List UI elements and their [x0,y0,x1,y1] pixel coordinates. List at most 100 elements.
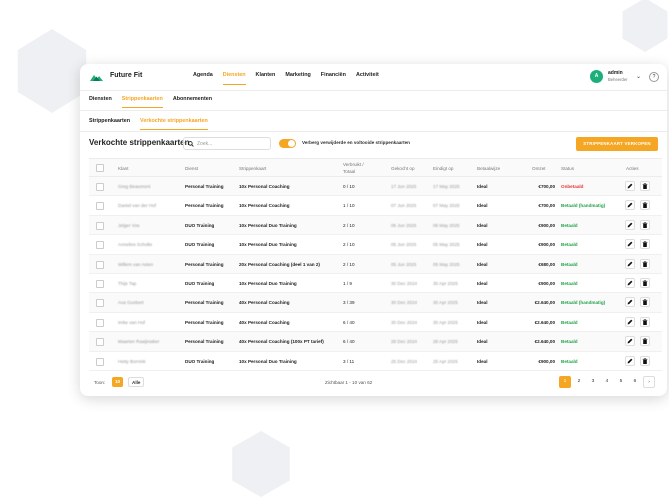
nav-item-marketing[interactable]: Marketing [285,72,310,85]
col-eindigt[interactable]: Eindigt op [433,166,453,171]
subtab2-strippenkaarten[interactable]: Strippenkaarten [89,118,130,130]
table-header: Klant Dienst Strippenkaart Verbruikt / T… [89,158,662,177]
end-date: 30 Apr 2025 [433,281,458,286]
edit-button[interactable] [625,181,635,191]
pencil-icon [627,338,633,344]
col-betaalwijze[interactable]: Betaalwijze [477,166,500,171]
edit-button[interactable] [625,200,635,211]
edit-button[interactable] [625,278,635,288]
col-totaal[interactable]: Totaal [343,169,355,174]
col-status[interactable]: Status [561,166,574,171]
user-name[interactable]: admin [608,70,623,76]
select-all-checkbox[interactable] [96,164,104,172]
strip-card-name: 40x Personal Coaching [239,300,290,306]
row-checkbox[interactable] [96,280,104,288]
purchase-date: 25 Dec 2024 [391,358,418,364]
subtab-diensten[interactable]: Diensten [89,96,112,108]
table-row[interactable]: Ava Gunbert Personal Training 40x Personal… [89,293,662,313]
search-input[interactable] [197,140,267,147]
row-checkbox[interactable] [96,183,104,191]
edit-button[interactable] [625,316,635,327]
page-button[interactable]: 2 [573,376,585,388]
help-button[interactable]: ? [649,72,659,82]
row-checkbox[interactable] [96,202,104,211]
col-dienst[interactable]: Dienst [185,166,198,171]
payment-method: Ideal [477,281,488,286]
chevron-down-icon[interactable]: ⌄ [636,73,641,80]
revenue: €700,00 [538,184,555,189]
edit-button[interactable] [625,336,635,347]
row-checkbox[interactable] [96,221,104,230]
customer-name: Ava Gunbert [118,300,144,306]
delete-button[interactable] [640,336,650,347]
table-row[interactable]: Greg Beaumont Personal Training 10x Person… [89,177,662,197]
table-row[interactable]: Willem van Asten Personal Training 20x Per… [89,254,662,274]
purchase-date: 28 Dec 2024 [391,339,418,345]
nav-item-financiën[interactable]: Financiën [321,72,346,85]
row-checkbox[interactable] [96,260,104,269]
purchase-date: 05 Jun 2025 [391,242,417,248]
table-row[interactable]: Jelger Vos DUO Training 10x Personal Duo T… [89,215,662,236]
row-checkbox[interactable] [96,357,104,366]
table-row[interactable]: Imke van Hof Personal Training 40x Persona… [89,313,662,333]
subtab-strippenkaarten[interactable]: Strippenkaarten [121,96,163,108]
per-page-option[interactable]: Alle [128,377,145,387]
delete-button[interactable] [640,239,650,250]
nav-item-activiteit[interactable]: Activiteit [356,72,379,85]
row-checkbox[interactable] [96,299,104,308]
col-gekocht[interactable]: Gekocht op [391,166,415,171]
avatar[interactable]: A [590,70,603,83]
purchase-date: 17 Jun 2025 [391,184,417,189]
trash-icon [642,319,648,325]
per-page-option[interactable]: 10 [112,377,124,387]
row-checkbox[interactable] [96,241,104,250]
row-checkbox[interactable] [96,338,104,347]
decor-hexagon [229,431,293,497]
page-button[interactable]: 1 [559,376,571,388]
page-button[interactable]: 4 [601,376,613,388]
service-name: DUO Training [185,242,215,248]
table-row[interactable]: Daniel van der Hof Personal Training 10x P… [89,196,662,216]
delete-button[interactable] [640,181,650,191]
next-page-button[interactable]: › [643,376,655,388]
search-box[interactable] [183,137,271,150]
table-row[interactable]: Hetty Bornink DUO Training 10x Personal Du… [89,352,662,371]
status-label: Betaald [561,242,578,248]
service-name: Personal Training [185,319,224,325]
page-button[interactable]: 5 [615,376,627,388]
edit-button[interactable] [625,355,635,366]
col-verbruikt[interactable]: Verbruikt / [343,162,364,167]
edit-button[interactable] [625,258,635,269]
table-row[interactable]: Thijs Tap DUO Training 10x Personal Duo Tr… [89,274,662,294]
subtab2-verkochte-strippenkaarten[interactable]: Verkochte strippenkaarten [140,118,208,130]
nav-item-klanten[interactable]: Klanten [256,72,276,85]
delete-button[interactable] [640,355,650,366]
sell-strip-card-button[interactable]: STRIPPENKAART VERKOPEN [576,137,658,151]
nav-item-agenda[interactable]: Agenda [193,72,213,85]
purchase-date: 30 Dec 2024 [391,281,418,286]
col-strippenkaart[interactable]: Strippenkaart [239,166,266,171]
table-row[interactable]: Annelies Scholte DUO Training 10x Personal… [89,235,662,255]
row-checkbox[interactable] [96,318,104,327]
page-button[interactable]: 6 [629,376,641,388]
revenue: €900,00 [538,242,555,248]
col-omzet[interactable]: Omzet [532,166,546,171]
edit-button[interactable] [625,239,635,250]
table-row[interactable]: Maarten Raaijmaker Personal Training 40x P… [89,332,662,352]
delete-button[interactable] [640,278,650,288]
hide-completed-toggle[interactable] [279,139,296,148]
subtab-abonnementen[interactable]: Abonnementen [173,96,212,108]
col-klant[interactable]: Klant [118,166,128,171]
edit-button[interactable] [625,297,635,308]
page-button[interactable]: 3 [587,376,599,388]
delete-button[interactable] [640,258,650,269]
delete-button[interactable] [640,200,650,211]
purchase-date: 05 Jun 2025 [391,261,417,267]
future-fit-logo-icon [90,75,103,81]
delete-button[interactable] [640,316,650,327]
end-date: 06 May 2025 [433,222,460,228]
edit-button[interactable] [625,219,635,230]
nav-item-diensten[interactable]: Diensten [222,72,246,85]
delete-button[interactable] [640,297,650,308]
delete-button[interactable] [640,219,650,230]
